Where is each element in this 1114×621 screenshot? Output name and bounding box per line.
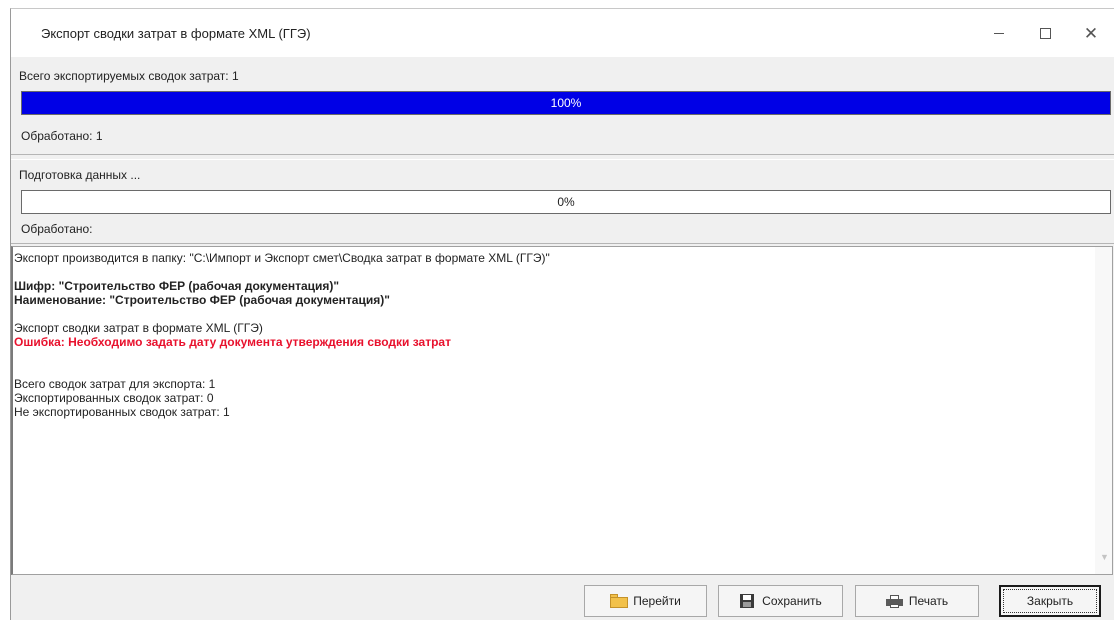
log-name: Наименование: "Строительство ФЕР (рабоча…	[14, 293, 390, 307]
export-dialog-window: Экспорт сводки затрат в формате XML (ГГЭ…	[10, 8, 1114, 620]
close-window-button[interactable]: ✕	[1068, 9, 1114, 57]
printer-icon	[885, 594, 904, 608]
overall-processed-label: Обработано: 1	[21, 129, 103, 143]
current-step-label: Подготовка данных ...	[19, 168, 141, 182]
maximize-button[interactable]	[1022, 9, 1068, 57]
scroll-down-arrow-icon[interactable]: ▼	[1100, 552, 1109, 562]
export-log[interactable]: Экспорт производится в папку: "C:\Импорт…	[11, 246, 1113, 575]
overall-progress-text: 100%	[550, 96, 582, 110]
save-button-label: Сохранить	[762, 594, 822, 608]
save-disk-icon	[739, 594, 757, 608]
close-button[interactable]: Закрыть	[999, 585, 1101, 617]
log-operation: Экспорт сводки затрат в формате XML (ГГЭ…	[14, 321, 263, 335]
save-button[interactable]: Сохранить	[718, 585, 843, 617]
print-button-label: Печать	[908, 594, 949, 608]
log-exported: Экспортированных сводок затрат: 0	[14, 391, 214, 405]
folder-icon	[610, 594, 629, 608]
close-button-label: Закрыть	[1026, 594, 1074, 608]
title-bar: Экспорт сводки затрат в формате XML (ГГЭ…	[11, 9, 1114, 57]
log-error: Ошибка: Необходимо задать дату документа…	[14, 335, 451, 349]
log-export-path: Экспорт производится в папку: "C:\Импорт…	[14, 251, 550, 265]
overall-total-label: Всего экспортируемых сводок затрат: 1	[19, 69, 239, 83]
window-controls: ✕	[976, 9, 1114, 57]
print-button[interactable]: Печать	[855, 585, 979, 617]
minimize-icon	[994, 32, 1004, 34]
goto-button[interactable]: Перейти	[584, 585, 707, 617]
overall-progress-bar: 100%	[21, 91, 1111, 115]
button-bar: Перейти Сохранить Печать Закрыть	[11, 577, 1114, 621]
goto-button-label: Перейти	[633, 594, 681, 608]
log-cipher: Шифр: "Строительство ФЕР (рабочая докуме…	[14, 279, 340, 293]
log-not-exported: Не экспортированных сводок затрат: 1	[14, 405, 230, 419]
maximize-icon	[1039, 27, 1051, 39]
minimize-button[interactable]	[976, 9, 1022, 57]
current-progress-bar: 0%	[21, 190, 1111, 214]
current-progress-group: Подготовка данных ... 0% Обработано:	[11, 159, 1114, 244]
log-total: Всего сводок затрат для экспорта: 1	[14, 377, 216, 391]
current-processed-label: Обработано:	[21, 222, 93, 236]
overall-progress-group: Всего экспортируемых сводок затрат: 1 10…	[11, 67, 1114, 155]
log-scrollbar[interactable]: ▼	[1095, 247, 1112, 574]
current-progress-text: 0%	[557, 195, 575, 209]
window-title: Экспорт сводки затрат в формате XML (ГГЭ…	[41, 25, 311, 41]
close-icon: ✕	[1083, 23, 1099, 43]
